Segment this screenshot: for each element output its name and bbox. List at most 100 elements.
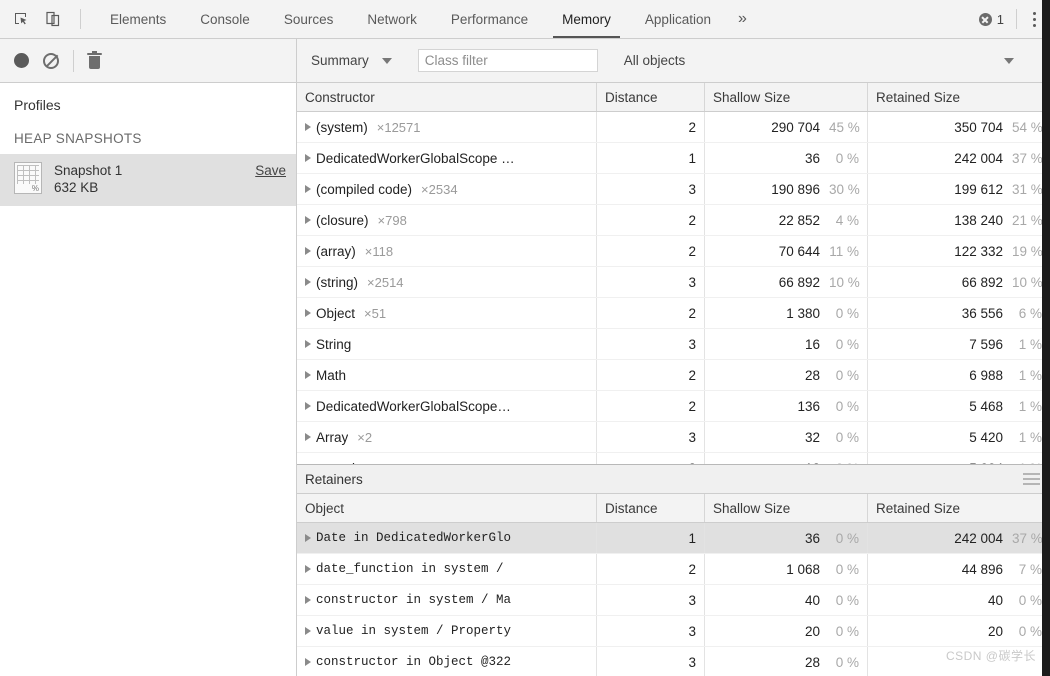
- view-select[interactable]: Summary: [311, 53, 392, 68]
- table-row[interactable]: (system) ×12571 2 290 704 45 % 350 704 54 %: [297, 112, 1050, 143]
- cell-name: DedicatedWorkerGlobalScope …: [297, 143, 597, 173]
- table-row[interactable]: DedicatedWorkerGlobalScope… 2 136 0 % 5 468 1…: [297, 391, 1050, 422]
- row-label: (system): [316, 119, 368, 135]
- table-row[interactable]: Object ×51 2 1 380 0 % 36 556 6 %: [297, 298, 1050, 329]
- cell-shallow-size-value: 1 380: [786, 305, 820, 321]
- expand-triangle-icon[interactable]: [305, 278, 311, 286]
- cell-retained-size-value: 5 468: [969, 398, 1003, 414]
- trash-icon[interactable]: [87, 50, 102, 69]
- cell-retained-size-value: 350 704: [954, 119, 1003, 135]
- inspect-element-icon[interactable]: [10, 8, 32, 30]
- cell-distance: 1: [597, 143, 705, 173]
- column-header-object[interactable]: Object: [297, 494, 597, 522]
- tab-memory[interactable]: Memory: [545, 0, 628, 38]
- table-row[interactable]: Date in DedicatedWorkerGlo 1 36 0 % 242 004 3…: [297, 523, 1050, 554]
- expand-triangle-icon[interactable]: [305, 627, 311, 635]
- cell-distance: 2: [597, 236, 705, 266]
- device-toolbar-icon[interactable]: [42, 8, 64, 30]
- tab-sources[interactable]: Sources: [267, 0, 351, 38]
- table-row[interactable]: String 3 16 0 % 7 596 1 %: [297, 329, 1050, 360]
- instance-count: ×118: [364, 243, 394, 259]
- tab-network[interactable]: Network: [350, 0, 434, 38]
- cell-shallow-size: 1 380 0 %: [705, 298, 868, 328]
- expand-triangle-icon[interactable]: [305, 596, 311, 604]
- cell-retained-size-value: 40: [987, 592, 1003, 608]
- record-circle-icon[interactable]: [14, 53, 29, 68]
- row-label: String: [316, 336, 352, 352]
- cell-shallow-size-value: 290 704: [771, 119, 820, 135]
- row-label: Array: [316, 429, 349, 445]
- cell-retained-size-percent: 1 %: [1018, 336, 1042, 352]
- tab-elements[interactable]: Elements: [93, 0, 183, 38]
- cell-distance: 1: [597, 523, 705, 553]
- cell-shallow-size-value: 1 068: [786, 561, 820, 577]
- table-row[interactable]: DedicatedWorkerGlobalScope … 1 36 0 % 242 00…: [297, 143, 1050, 174]
- tab-performance[interactable]: Performance: [434, 0, 545, 38]
- column-header-ret-shallow-size[interactable]: Shallow Size: [705, 494, 868, 522]
- table-row[interactable]: (string) ×2514 3 66 892 10 % 66 892 10 %: [297, 267, 1050, 298]
- cell-name: console: [297, 453, 597, 464]
- cell-distance: 3: [597, 174, 705, 204]
- cell-retained-size-value: 6 988: [969, 367, 1003, 383]
- cell-retained-size: 5 420 1 %: [868, 422, 1050, 452]
- table-row[interactable]: Array ×2 3 32 0 % 5 420 1 %: [297, 422, 1050, 453]
- cell-retained-size: [868, 647, 1050, 676]
- expand-triangle-icon[interactable]: [305, 123, 311, 131]
- expand-triangle-icon[interactable]: [305, 371, 311, 379]
- column-header-distance[interactable]: Distance: [597, 83, 705, 111]
- more-tabs-label: »: [737, 10, 747, 27]
- expand-triangle-icon[interactable]: [305, 154, 311, 162]
- row-label: DedicatedWorkerGlobalScope …: [316, 150, 515, 166]
- expand-triangle-icon[interactable]: [305, 565, 311, 573]
- cell-name: constructor in Object @322: [297, 647, 597, 676]
- cell-distance: 2: [597, 112, 705, 142]
- expand-triangle-icon[interactable]: [305, 658, 311, 666]
- expand-triangle-icon[interactable]: [305, 402, 311, 410]
- cell-retained-size-percent: 10 %: [1012, 274, 1043, 290]
- table-row[interactable]: (closure) ×798 2 22 852 4 % 138 240 21 %: [297, 205, 1050, 236]
- row-label: DedicatedWorkerGlobalScope…: [316, 398, 511, 414]
- table-row[interactable]: value in system / Property 3 20 0 % 20 0 %: [297, 616, 1050, 647]
- table-row[interactable]: constructor in system / Ma 3 40 0 % 40 0 %: [297, 585, 1050, 616]
- instance-count: ×12571: [376, 119, 421, 135]
- expand-triangle-icon[interactable]: [305, 433, 311, 441]
- cell-shallow-size-value: 22 852: [778, 212, 820, 228]
- cell-shallow-size-value: 12: [805, 461, 820, 465]
- cell-retained-size-value: 242 004: [954, 150, 1003, 166]
- expand-triangle-icon[interactable]: [305, 185, 311, 193]
- column-header-ret-retained-size[interactable]: Retained Size: [868, 494, 1050, 522]
- table-row[interactable]: date_function in system / 2 1 068 0 % 44 896…: [297, 554, 1050, 585]
- expand-triangle-icon[interactable]: [305, 340, 311, 348]
- expand-triangle-icon[interactable]: [305, 216, 311, 224]
- column-header-constructor[interactable]: Constructor: [297, 83, 597, 111]
- tab-application[interactable]: Application: [628, 0, 728, 38]
- save-snapshot-link[interactable]: Save: [255, 162, 286, 178]
- cell-shallow-size-percent: 0 %: [835, 654, 859, 670]
- no-entry-icon[interactable]: [43, 52, 59, 69]
- row-label: Date in DedicatedWorkerGlo: [316, 531, 512, 545]
- cell-shallow-size: 28 0 %: [705, 647, 868, 676]
- cell-shallow-size-value: 28: [804, 367, 820, 383]
- object-filter-select[interactable]: All objects: [624, 53, 1014, 68]
- cell-retained-size: 6 988 1 %: [868, 360, 1050, 390]
- error-count-badge[interactable]: 1: [973, 12, 1010, 27]
- expand-triangle-icon[interactable]: [305, 534, 311, 542]
- table-row[interactable]: constructor in Object @322 3 28 0 %: [297, 647, 1050, 676]
- hamburger-icon[interactable]: [1023, 473, 1040, 485]
- table-row[interactable]: Math 2 28 0 % 6 988 1 %: [297, 360, 1050, 391]
- column-header-retained-size[interactable]: Retained Size: [868, 83, 1050, 111]
- cell-shallow-size-value: 32: [804, 429, 820, 445]
- table-row[interactable]: console 2 12 0 % 5 004 1 %: [297, 453, 1050, 464]
- class-filter-input[interactable]: Class filter: [417, 49, 598, 72]
- expand-triangle-icon[interactable]: [305, 247, 311, 255]
- table-row[interactable]: (array) ×118 2 70 644 11 % 122 332 19 %: [297, 236, 1050, 267]
- expand-triangle-icon[interactable]: [305, 309, 311, 317]
- tab-console[interactable]: Console: [183, 0, 267, 38]
- chevron-down-icon: [381, 57, 392, 64]
- cell-shallow-size: 20 0 %: [705, 616, 868, 646]
- table-row[interactable]: (compiled code) ×2534 3 190 896 30 % 199 612 3…: [297, 174, 1050, 205]
- more-tabs-icon[interactable]: »: [728, 0, 757, 38]
- column-header-shallow-size[interactable]: Shallow Size: [705, 83, 868, 111]
- column-header-ret-distance[interactable]: Distance: [597, 494, 705, 522]
- sidebar-item-snapshot-1[interactable]: % Snapshot 1 632 KB Save: [0, 154, 296, 206]
